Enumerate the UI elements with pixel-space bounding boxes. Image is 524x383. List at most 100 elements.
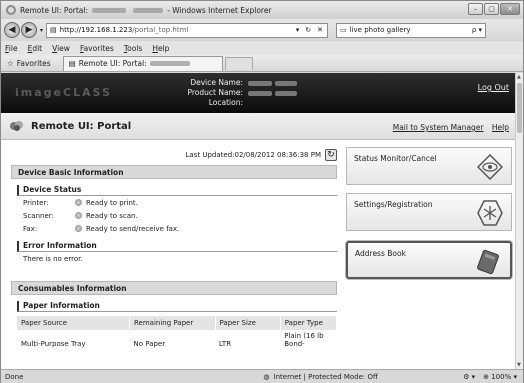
favorites-button[interactable]: ☆ Favorites xyxy=(1,59,57,68)
settings-registration-button[interactable]: Settings/Registration xyxy=(346,193,512,231)
location-label: Location: xyxy=(208,98,243,107)
page-icon: ▤ xyxy=(50,26,57,34)
back-button[interactable]: ◀ xyxy=(4,22,20,38)
error-info-heading: Error Information xyxy=(17,241,337,252)
redacted-text xyxy=(248,80,272,86)
help-link[interactable]: Help xyxy=(492,123,509,132)
refresh-button[interactable]: ↻ xyxy=(325,149,337,161)
product-logo: imageCLASS xyxy=(15,86,112,99)
browser-tab[interactable]: ▤ Remote UI: Portal: xyxy=(62,55,223,71)
logout-link[interactable]: Log Out xyxy=(478,83,509,92)
new-tab-button[interactable] xyxy=(224,56,253,70)
last-updated: Last Updated:02/08/2012 08:36:38 PM ↻ xyxy=(11,148,337,162)
status-indicator-icon xyxy=(75,199,82,206)
zoom-control[interactable]: ⊕ 100% ▾ xyxy=(483,373,517,381)
error-text: There is no error. xyxy=(23,254,83,263)
window-title: Remote UI: Portal: - Windows Internet Ex… xyxy=(20,6,272,15)
consumables-heading: Consumables Information xyxy=(11,281,337,295)
search-icon[interactable]: ρ ▾ xyxy=(472,26,485,34)
redacted-text xyxy=(92,8,127,13)
scroll-up-icon[interactable]: ▲ xyxy=(517,74,521,80)
table-cell: Plain (16 lb Bond- xyxy=(284,332,324,348)
paper-info-heading: Paper Information xyxy=(17,301,337,312)
redacted-text xyxy=(248,90,272,96)
status-indicator-icon xyxy=(75,212,82,219)
menu-edit[interactable]: Edit xyxy=(28,44,43,53)
column-header: Remaining Paper xyxy=(129,316,216,330)
header-banner: imageCLASS Device Name: Product Name: Lo… xyxy=(1,73,515,113)
close-button[interactable]: ✕ xyxy=(500,3,520,15)
forward-button[interactable]: ▶ xyxy=(21,22,37,38)
menu-file[interactable]: File xyxy=(5,44,18,53)
redacted-text xyxy=(275,80,297,86)
status-bar: Done ◍ Internet | Protected Mode: Off ⚙ … xyxy=(1,369,523,383)
browser-window: Remote UI: Portal: - Windows Internet Ex… xyxy=(0,0,524,383)
status-monitor-button[interactable]: Status Monitor/Cancel xyxy=(346,147,512,185)
portal-title-bar: Remote UI: Portal Mail to System Manager… xyxy=(1,113,515,140)
refresh-icon[interactable]: ↻ xyxy=(305,26,311,34)
device-basic-heading: Device Basic Information xyxy=(11,165,337,179)
address-book-button[interactable]: Address Book xyxy=(346,241,512,279)
menu-help[interactable]: Help xyxy=(152,44,169,53)
ie-icon xyxy=(6,5,16,15)
maximize-button[interactable]: ▢ xyxy=(484,3,499,15)
tab-label: Remote UI: Portal: xyxy=(78,59,147,68)
navigation-bar: ◀ ▶ ▾ ▤ http://192.168.1.223/portal_top.… xyxy=(1,19,523,41)
menu-bar: File Edit View Favorites Tools Help xyxy=(1,41,523,55)
status-label: Fax: xyxy=(23,224,38,233)
favorites-label: Favorites xyxy=(16,58,51,68)
product-name-label: Product Name: xyxy=(187,88,243,97)
status-monitor-label: Status Monitor/Cancel xyxy=(354,154,437,163)
portal-icon xyxy=(10,121,23,131)
paper-table: Paper Source Remaining Paper Paper Size … xyxy=(17,316,338,350)
device-name-label: Device Name: xyxy=(190,78,243,87)
status-label: Printer: xyxy=(23,198,49,207)
title-bar: Remote UI: Portal: - Windows Internet Ex… xyxy=(1,1,523,19)
status-row-scanner: Scanner: Ready to scan. xyxy=(11,209,337,222)
settings-registration-label: Settings/Registration xyxy=(354,200,433,209)
status-row-fax: Fax: Ready to send/receive fax. xyxy=(11,222,337,235)
table-cell: No Paper xyxy=(133,340,166,348)
search-provider-icon: ▭ xyxy=(340,26,347,34)
last-updated-text: Last Updated:02/08/2012 08:36:38 PM xyxy=(185,151,321,159)
mail-to-system-manager-link[interactable]: Mail to System Manager xyxy=(393,123,484,132)
redacted-text xyxy=(149,61,190,66)
status-value: Ready to send/receive fax. xyxy=(86,224,180,233)
table-header-row: Paper Source Remaining Paper Paper Size … xyxy=(17,316,338,330)
status-value: Ready to scan. xyxy=(86,211,138,220)
window-title-suffix: - Windows Internet Explorer xyxy=(167,5,272,15)
address-bar[interactable]: ▤ http://192.168.1.223/portal_top.html ▾… xyxy=(46,22,329,38)
status-value: Ready to print. xyxy=(86,198,138,207)
menu-favorites[interactable]: Favorites xyxy=(80,44,114,53)
history-dropdown-icon[interactable]: ▾ xyxy=(40,27,43,34)
scroll-down-icon[interactable]: ▼ xyxy=(517,362,521,368)
search-box[interactable]: ▭ live photo gallery ρ ▾ xyxy=(336,22,487,38)
status-text: Done xyxy=(5,372,24,381)
address-dropdown-icon[interactable]: ▾ xyxy=(296,26,300,34)
stop-icon[interactable]: ✕ xyxy=(317,26,323,34)
column-header: Paper Type xyxy=(280,316,338,330)
menu-tools[interactable]: Tools xyxy=(124,44,142,53)
page-viewport: imageCLASS Device Name: Product Name: Lo… xyxy=(1,73,515,369)
minimize-button[interactable]: – xyxy=(468,3,483,15)
favorites-bar: ☆ Favorites ▤ Remote UI: Portal: xyxy=(1,55,523,72)
protected-mode-icon[interactable]: ⚙ ▾ xyxy=(463,373,475,381)
page-title: Remote UI: Portal xyxy=(31,121,132,132)
device-info: Device Name: Product Name: Location: xyxy=(179,78,297,108)
status-indicator-icon xyxy=(75,225,82,232)
vertical-scrollbar[interactable]: ▲ ▼ xyxy=(515,73,523,369)
security-zone[interactable]: ◍ Internet | Protected Mode: Off xyxy=(263,373,377,381)
scrollbar-thumb[interactable] xyxy=(517,83,522,133)
column-header: Paper Source xyxy=(17,316,130,330)
redacted-text xyxy=(132,8,163,13)
search-provider-text: live photo gallery xyxy=(349,26,411,34)
url-host: http://192.168.1.223 xyxy=(59,26,133,34)
main-panel: Last Updated:02/08/2012 08:36:38 PM ↻ De… xyxy=(11,148,338,350)
redacted-text xyxy=(275,90,297,96)
address-book-icon xyxy=(477,249,499,275)
zone-text: Internet | Protected Mode: Off xyxy=(273,372,378,381)
table-row: Multi-Purpose Tray No Paper LTR Plain (1… xyxy=(17,330,337,350)
menu-view[interactable]: View xyxy=(52,44,70,53)
url-path: /portal_top.html xyxy=(132,26,189,34)
status-row-printer: Printer: Ready to print. xyxy=(11,196,337,209)
